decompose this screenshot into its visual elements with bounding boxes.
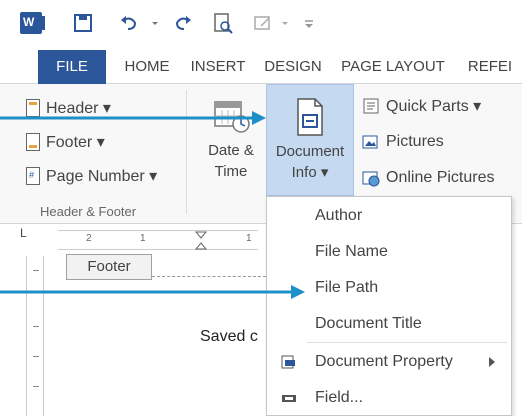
document-info-button[interactable]: Document Info ▾ <box>266 84 354 196</box>
menu-separator <box>307 342 507 343</box>
ruler-tick <box>33 270 39 271</box>
page-number-button[interactable]: Page Number ▾ <box>26 162 157 190</box>
vertical-ruler[interactable] <box>26 256 44 416</box>
pictures-label: Pictures <box>386 133 444 150</box>
ruler-tick <box>33 326 39 327</box>
menu-item-label: Document Property <box>315 353 453 370</box>
quick-access-toolbar: W <box>0 0 522 46</box>
footer-label: Footer ▾ <box>46 134 105 151</box>
print-preview-icon[interactable] <box>212 12 234 34</box>
undo-icon[interactable] <box>118 12 140 34</box>
menu-item-label: Document Title <box>315 315 422 332</box>
page-number-label: Page Number ▾ <box>46 168 158 185</box>
word-logo-icon: W <box>20 12 45 34</box>
customize-toolbar-icon[interactable] <box>302 12 316 34</box>
touch-dropdown-icon[interactable] <box>280 12 290 34</box>
ruler-tick <box>33 386 39 387</box>
online-pictures-button[interactable]: Online Pictures <box>362 164 495 192</box>
footer-boundary <box>152 276 266 277</box>
menu-item-file-name[interactable]: File Name <box>267 235 511 269</box>
document-info-icon <box>297 98 323 136</box>
tab-design[interactable]: DESIGN <box>258 50 328 84</box>
quick-parts-icon <box>363 98 379 114</box>
quick-parts-button[interactable]: Quick Parts ▾ <box>362 92 481 120</box>
menu-item-file-path[interactable]: File Path <box>267 271 511 305</box>
header-icon <box>26 99 40 117</box>
group-label-header-footer: Header & Footer <box>40 204 137 219</box>
ribbon-tabs: FILE HOME INSERT DESIGN PAGE LAYOUT REFE… <box>0 50 522 84</box>
online-pictures-icon <box>362 171 380 187</box>
footer-tag: Footer <box>66 254 152 280</box>
indent-marker-icon[interactable] <box>194 231 208 251</box>
document-info-label-line2: Info ▾ <box>291 164 329 181</box>
tab-file[interactable]: FILE <box>38 50 106 84</box>
ruler-tick <box>33 356 39 357</box>
ruler-mark: 2 <box>86 233 92 244</box>
save-icon[interactable] <box>72 12 94 34</box>
header-label: Header ▾ <box>46 100 111 117</box>
menu-item-field[interactable]: Field... <box>267 381 511 415</box>
undo-dropdown-icon[interactable] <box>150 12 160 34</box>
menu-item-document-property[interactable]: Document Property <box>267 345 511 379</box>
pictures-icon <box>362 135 378 149</box>
ruler-mark: 1 <box>246 233 252 244</box>
tab-selector[interactable]: L <box>20 226 27 240</box>
document-info-label-line1: Document <box>275 143 345 160</box>
document-body-text: Saved c <box>200 328 258 345</box>
field-icon <box>282 395 296 402</box>
menu-item-document-title[interactable]: Document Title <box>267 307 511 341</box>
footer-button[interactable]: Footer ▾ <box>26 128 105 156</box>
redo-icon[interactable] <box>172 12 194 34</box>
menu-item-label: Field... <box>315 389 364 406</box>
group-separator <box>186 90 187 214</box>
touch-mode-icon[interactable] <box>252 12 274 34</box>
menu-item-label: File Name <box>315 243 388 260</box>
online-pictures-label: Online Pictures <box>386 169 495 186</box>
tab-home[interactable]: HOME <box>118 50 176 84</box>
submenu-arrow-icon <box>489 357 495 367</box>
ruler-mark: 1 <box>140 233 146 244</box>
document-property-icon <box>281 355 295 369</box>
horizontal-ruler[interactable]: 2 1 1 <box>58 230 258 250</box>
document-info-menu: Author File Name File Path Document Titl… <box>266 196 512 416</box>
tab-references[interactable]: REFEI <box>458 50 522 84</box>
menu-item-label: Author <box>315 207 363 224</box>
page-number-icon <box>26 167 40 185</box>
date-time-button[interactable]: Date & Time <box>200 90 262 194</box>
tab-page-layout[interactable]: PAGE LAYOUT <box>334 50 452 84</box>
quick-parts-label: Quick Parts ▾ <box>386 98 482 115</box>
pictures-button[interactable]: Pictures <box>362 128 444 156</box>
header-button[interactable]: Header ▾ <box>26 94 111 122</box>
footer-icon <box>26 133 40 151</box>
calendar-icon <box>214 101 250 133</box>
menu-item-label: File Path <box>315 279 379 296</box>
date-time-label-line1: Date & <box>208 142 254 159</box>
menu-item-author[interactable]: Author <box>267 199 511 233</box>
tab-insert[interactable]: INSERT <box>184 50 252 84</box>
date-time-label-line2: Time <box>214 163 248 180</box>
